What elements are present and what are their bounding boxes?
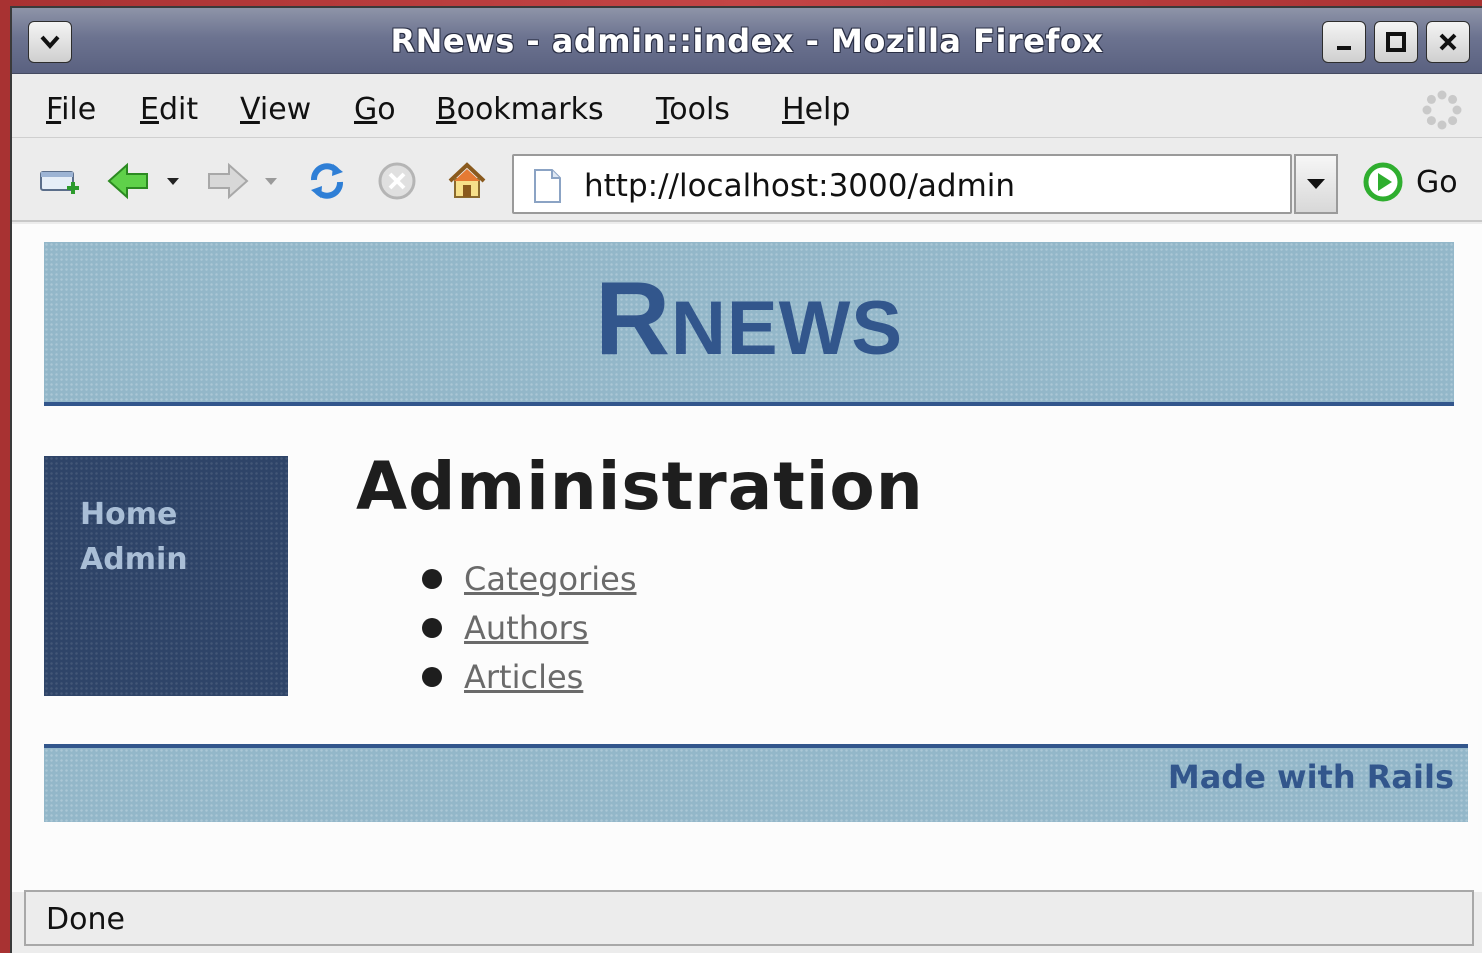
stop-button[interactable] <box>374 158 420 204</box>
url-text[interactable]: http://localhost:3000/admin <box>584 168 1015 204</box>
status-bar: Done <box>24 890 1474 946</box>
menu-edit[interactable]: Edit <box>140 92 198 127</box>
menu-label: ile <box>61 92 97 127</box>
menu-label: dit <box>158 92 199 127</box>
menu-mnemonic: H <box>782 92 805 127</box>
url-bar[interactable]: http://localhost:3000/admin <box>512 154 1292 214</box>
forward-arrow-icon <box>208 162 249 200</box>
url-history-dropdown[interactable] <box>1294 154 1338 214</box>
site-title-rest: NEWS <box>671 286 904 371</box>
site-title-initial: R <box>594 261 672 377</box>
title-bar[interactable]: RNews - admin::index - Mozilla Firefox <box>12 8 1482 74</box>
sidebar-link-admin[interactable]: Admin <box>80 537 288 582</box>
menu-bookmarks[interactable]: Bookmarks <box>436 92 604 127</box>
sidebar-link-home[interactable]: Home <box>80 492 288 537</box>
menu-help[interactable]: Help <box>782 92 850 127</box>
menu-mnemonic: F <box>46 92 62 127</box>
list-item: Articles <box>422 652 636 701</box>
back-history-dropdown[interactable] <box>160 158 186 204</box>
site-footer: Made with Rails <box>44 744 1468 822</box>
navigation-toolbar: http://localhost:3000/admin Go <box>12 138 1482 222</box>
menu-mnemonic: V <box>240 92 260 127</box>
bullet-icon <box>422 617 442 638</box>
admin-links-list: Categories Authors Articles <box>422 554 636 701</box>
menu-bar: File Edit View Go Bookmarks Tools Help <box>12 74 1482 138</box>
bullet-icon <box>422 666 442 687</box>
menu-go[interactable]: Go <box>354 92 396 127</box>
back-button[interactable] <box>106 158 152 204</box>
reload-button[interactable] <box>304 158 350 204</box>
menu-label: ookmarks <box>456 92 604 127</box>
menu-label: elp <box>804 92 851 127</box>
menu-label: ools <box>669 92 730 127</box>
list-item: Authors <box>422 603 636 652</box>
menu-tools[interactable]: Tools <box>656 92 730 127</box>
menu-label: iew <box>259 92 312 127</box>
authors-link[interactable]: Authors <box>464 609 588 647</box>
throbber-icon <box>1422 90 1462 130</box>
stop-icon <box>378 162 416 200</box>
forward-history-dropdown[interactable] <box>258 158 284 204</box>
menu-mnemonic: T <box>656 92 670 127</box>
maximize-icon <box>1386 32 1406 52</box>
close-icon <box>1439 33 1457 51</box>
window-title: RNews - admin::index - Mozilla Firefox <box>390 22 1104 60</box>
maximize-button[interactable] <box>1374 21 1418 63</box>
dropdown-arrow-icon <box>167 178 179 185</box>
forward-button[interactable] <box>204 158 250 204</box>
home-button[interactable] <box>444 158 490 204</box>
articles-link[interactable]: Articles <box>464 658 583 696</box>
page-content: RNEWS Home Admin Administration Categori… <box>12 224 1482 892</box>
new-tab-button[interactable] <box>38 158 84 204</box>
dropdown-arrow-icon <box>265 178 277 185</box>
reload-icon <box>311 163 343 199</box>
home-icon <box>448 162 486 198</box>
new-tab-icon <box>40 171 79 194</box>
menu-mnemonic: B <box>436 92 457 127</box>
back-arrow-icon <box>107 162 148 200</box>
go-button[interactable]: Go <box>1362 160 1458 204</box>
go-icon <box>1363 162 1403 202</box>
page-icon <box>534 169 561 203</box>
site-banner: RNEWS <box>44 242 1454 406</box>
menu-mnemonic: E <box>140 92 159 127</box>
minimize-button[interactable] <box>1322 21 1366 63</box>
status-text: Done <box>46 902 125 937</box>
sidebar-nav: Home Admin <box>44 456 288 696</box>
minimize-icon <box>1337 46 1351 50</box>
footer-credit: Made with Rails <box>1167 758 1454 796</box>
page-heading: Administration <box>356 448 924 525</box>
bullet-icon <box>422 568 442 589</box>
list-item: Categories <box>422 554 636 603</box>
categories-link[interactable]: Categories <box>464 560 636 598</box>
browser-window: RNews - admin::index - Mozilla Firefox F… <box>10 6 1482 953</box>
go-label: Go <box>1416 164 1458 200</box>
menu-mnemonic: G <box>354 92 378 127</box>
menu-view[interactable]: View <box>240 92 311 127</box>
close-button[interactable] <box>1426 21 1470 63</box>
chevron-down-icon <box>1307 179 1325 189</box>
site-title: RNEWS <box>44 260 1454 379</box>
menu-label: o <box>377 92 396 127</box>
menu-file[interactable]: File <box>46 92 96 127</box>
